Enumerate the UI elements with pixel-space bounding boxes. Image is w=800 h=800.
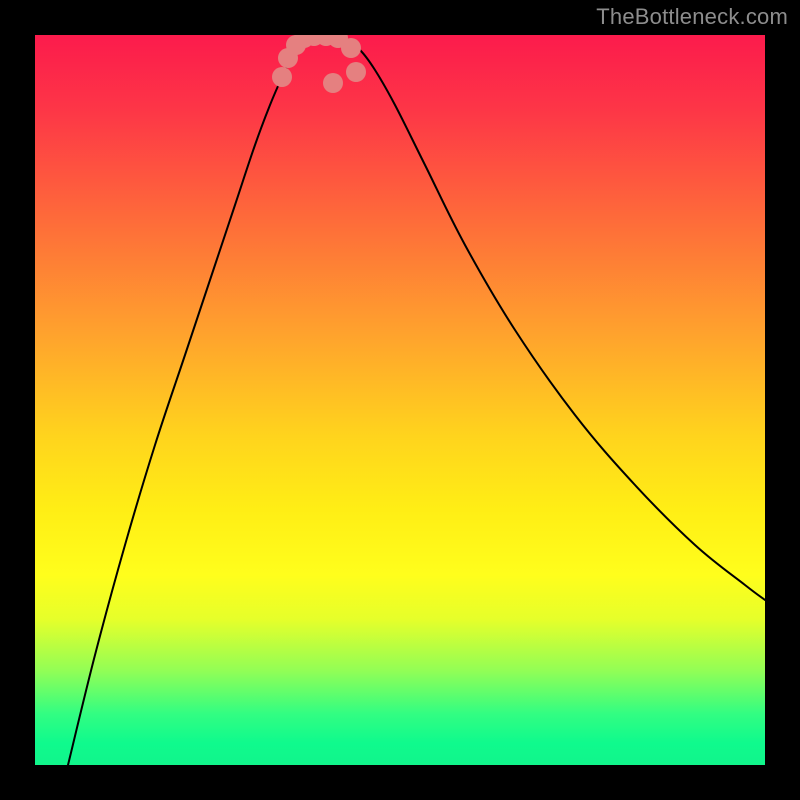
watermark-text: TheBottleneck.com [596, 4, 788, 30]
chart-plot-area [35, 35, 765, 765]
bottleneck-curve [68, 36, 765, 765]
highlight-dot-group [272, 35, 366, 93]
chart-frame: TheBottleneck.com [0, 0, 800, 800]
highlight-dot [346, 62, 366, 82]
highlight-dot [323, 73, 343, 93]
chart-svg [35, 35, 765, 765]
highlight-dot [272, 67, 292, 87]
highlight-dot [341, 38, 361, 58]
